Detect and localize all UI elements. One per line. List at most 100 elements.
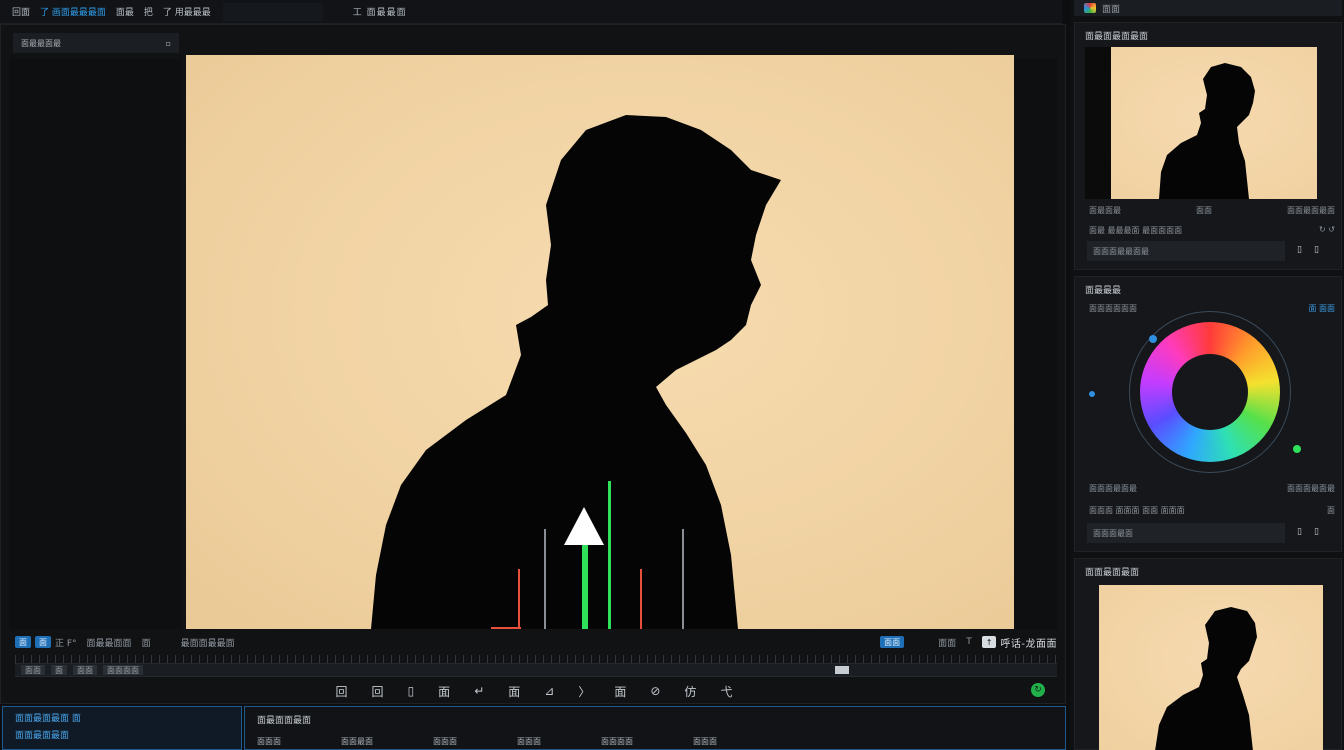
control-6-icon[interactable]: 面 xyxy=(508,683,520,700)
output-silhouette xyxy=(1155,607,1257,750)
wheel-handle-top-icon[interactable] xyxy=(1149,335,1157,343)
bottom-mid-cell-4[interactable]: 面面面 xyxy=(517,736,541,747)
control-7-icon[interactable]: ⊿ xyxy=(544,684,554,698)
preview-field-icon-1[interactable]: ▯ xyxy=(1297,245,1302,255)
bottom-mid-cell-2[interactable]: 面面最面 xyxy=(341,736,373,747)
playhead-marker[interactable] xyxy=(835,666,849,674)
control-8-icon[interactable]: 〉 xyxy=(578,683,590,700)
bottom-mid-cell-1[interactable]: 面面面 xyxy=(257,736,281,747)
menu-item-6[interactable]: 工 面最最面 xyxy=(353,5,407,18)
bottom-mid-title: 面最面面最面 xyxy=(257,716,312,726)
color-field-icons: ▯ ▯ xyxy=(1297,527,1319,537)
transport-label-2: 面最最面面 xyxy=(86,638,132,649)
control-10-icon[interactable]: ⊘ xyxy=(650,684,660,698)
transport-bar: 面 面 正 F° 面最最面面 面 最面面最最面 面面 面面 T ↑ 呼话-龙面面… xyxy=(1,631,1067,705)
color-toolbar-right[interactable]: 面 xyxy=(1327,505,1335,516)
speed-icon[interactable]: T xyxy=(966,637,972,647)
bottom-left-line-2[interactable]: 面面最面最面 xyxy=(15,728,229,741)
color-panel-blue-label[interactable]: 面 面面 xyxy=(1308,303,1335,314)
control-12-icon[interactable]: 弋 xyxy=(720,683,732,700)
timecode-display: 呼话-龙面面 xyxy=(1000,638,1057,650)
bottom-mid-panel: 面最面面最面 面面面 面面最面 面面面 面面面 面面面面 面面面 xyxy=(244,706,1066,750)
meter-bar-1 xyxy=(518,569,520,629)
menu-items: 回面 了 画面最最最面 面最 把 了 用最最最 xyxy=(0,5,221,18)
speed-value[interactable]: ↑ xyxy=(981,636,997,648)
mode-chip-2[interactable]: 面 xyxy=(35,636,51,648)
bottom-mid-cell-3[interactable]: 面面面 xyxy=(433,736,457,747)
bottom-left-panel: 面面最面最面 面 面面最面最面 xyxy=(2,706,242,750)
viewer-tab-label: 面最最面最 xyxy=(21,38,61,48)
preview-panel: 面最面最面最面 面最面最 面面 面面最面最面 面最 最最最面 最面面面面 ↻ ↺… xyxy=(1074,22,1342,270)
preview-meta-row: 面最面最 面面 面面最面最面 xyxy=(1089,205,1335,216)
sidebar-header: 面面 xyxy=(1074,0,1342,16)
preview-toolbar-right[interactable]: ↻ ↺ xyxy=(1319,225,1335,236)
bottom-left-line-1[interactable]: 面面最面最面 面 xyxy=(15,711,229,724)
output-panel: 面面最面最面 xyxy=(1074,558,1342,750)
color-toolbar-left[interactable]: 面面面 面面面 面面 面面面 xyxy=(1089,505,1185,516)
bottom-mid-cell-5[interactable]: 面面面面 xyxy=(601,736,633,747)
control-3-icon[interactable]: ▯ xyxy=(408,684,415,698)
color-toolbar: 面面面 面面面 面面 面面面 面 xyxy=(1089,505,1335,516)
menu-bar: 回面 了 画面最最最面 面最 把 了 用最最最 工 面最最面 xyxy=(0,0,1062,24)
mode-chip-1[interactable]: 面 xyxy=(15,636,31,648)
color-field-icon-2[interactable]: ▯ xyxy=(1314,527,1319,537)
wheel-left-dot-icon[interactable] xyxy=(1089,391,1095,397)
app-logo-icon xyxy=(1084,3,1096,13)
control-4-icon[interactable]: 面 xyxy=(438,683,450,700)
menu-item-2[interactable]: 了 画面最最最面 xyxy=(40,5,106,18)
control-1-icon[interactable]: 回 xyxy=(336,683,348,700)
color-meta-2: 面面面最面最 xyxy=(1287,484,1335,493)
app-window: 回面 了 画面最最最面 面最 把 了 用最最最 工 面最最面 面最最面最 ▫ 面… xyxy=(0,0,1344,750)
sidebar-header-title: 面面 xyxy=(1102,4,1121,15)
viewer-tab-close-icon[interactable]: ▫ xyxy=(166,39,171,48)
preview-thumbnail[interactable] xyxy=(1085,47,1317,199)
color-meta-1: 面面面最面最 xyxy=(1089,484,1137,493)
color-wheel[interactable] xyxy=(1129,311,1301,473)
preview-field-icon-2[interactable]: ▯ xyxy=(1314,245,1319,255)
control-11-icon[interactable]: 仿 xyxy=(684,683,696,700)
zoom-chip[interactable]: 面面 xyxy=(880,636,905,648)
menu-item-4[interactable]: 把 xyxy=(144,5,153,18)
menu-item-1[interactable]: 回面 xyxy=(12,5,30,18)
preview-meta-1: 面最面最 xyxy=(1089,206,1121,215)
control-2-icon[interactable]: 回 xyxy=(372,683,384,700)
meter-bar-6 xyxy=(682,529,684,629)
play-cursor-icon[interactable] xyxy=(562,503,606,547)
menu-item-5[interactable]: 了 用最最最 xyxy=(163,5,211,18)
preview-field-icons: ▯ ▯ xyxy=(1297,245,1319,255)
menu-search-box[interactable] xyxy=(222,2,323,21)
color-panel-title: 面最最最 xyxy=(1085,286,1122,296)
output-panel-title: 面面最面最面 xyxy=(1085,568,1140,578)
preview-field[interactable]: 面面面最最面最 xyxy=(1087,241,1285,261)
preview-meta-3: 面面最面最面 xyxy=(1287,206,1335,215)
menu-item-3[interactable]: 面最 xyxy=(116,5,134,18)
color-field[interactable]: 面面面最面 xyxy=(1087,523,1285,543)
meter-bar-2 xyxy=(544,529,546,629)
color-field-icon-1[interactable]: ▯ xyxy=(1297,527,1302,537)
transport-label-3: 面 xyxy=(141,638,151,649)
control-5-icon[interactable]: ↵ xyxy=(474,684,484,698)
scrub-segment-1: 面面 xyxy=(21,665,45,675)
video-canvas[interactable] xyxy=(186,55,1014,629)
timeline-ruler[interactable] xyxy=(15,655,1057,663)
preview-panel-title: 面最面最面最面 xyxy=(1085,32,1149,42)
viewer-panel: 面最最面最 ▫ 面 面 正 F° 面最最面面 面 最面面最最面 面面 面面 T … xyxy=(0,24,1066,704)
refresh-icon[interactable]: ↻ xyxy=(1031,683,1045,697)
wheel-handle-right-icon[interactable] xyxy=(1293,445,1301,453)
control-9-icon[interactable]: 面 xyxy=(614,683,626,700)
transport-info-row: 面 面 正 F° 面最最面面 面 最面面最最面 面面 面面 T ↑ 呼话-龙面面 xyxy=(15,635,1057,650)
meter-bar-4 xyxy=(608,481,611,629)
meter-bar-3 xyxy=(582,539,588,629)
right-sidebar: 面面 面最面最面最面 面最面最 面面 面面最面最面 面最 最最最面 最面面面面 … xyxy=(1070,0,1344,750)
meter-base-line xyxy=(491,627,521,629)
preview-toolbar: 面最 最最最面 最面面面面 ↻ ↺ xyxy=(1089,225,1335,236)
preview-toolbar-left[interactable]: 面最 最最最面 最面面面面 xyxy=(1089,225,1182,236)
output-thumbnail[interactable] xyxy=(1099,585,1323,750)
viewer-side-area-left xyxy=(9,59,181,629)
transport-label-1: 正 F° xyxy=(55,638,77,649)
timeline-scrub-bar[interactable]: 面面 面 面面 面面面面 xyxy=(15,663,1057,677)
viewer-tab[interactable]: 面最最面最 ▫ xyxy=(13,33,179,53)
bottom-mid-cell-6[interactable]: 面面面 xyxy=(693,736,717,747)
playback-controls: 回 回 ▯ 面 ↵ 面 ⊿ 〉 面 ⊘ 仿 弋 xyxy=(1,681,1067,701)
viewer-side-area-right xyxy=(1013,59,1057,629)
